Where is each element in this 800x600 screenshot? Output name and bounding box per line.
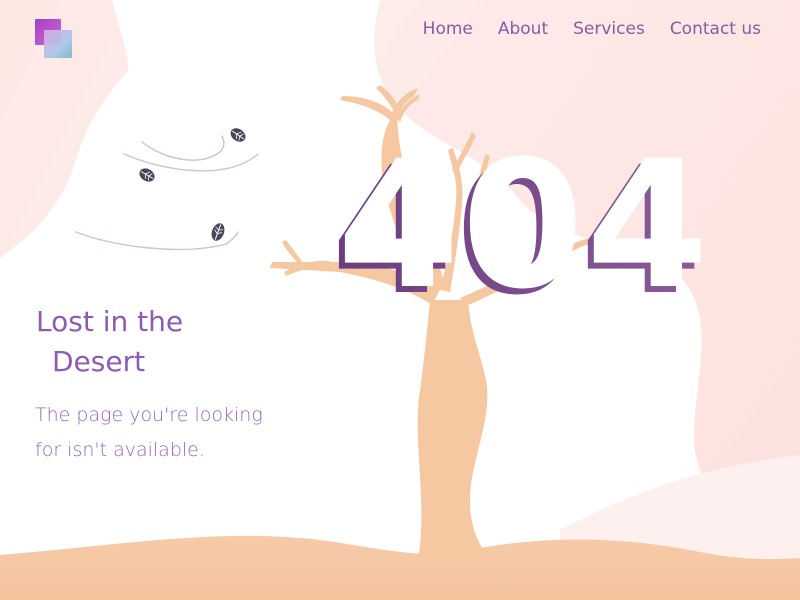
error-code: 404	[331, 129, 705, 334]
page-subtitle: The page you're looking for isn't availa…	[35, 404, 263, 461]
nav-item-services[interactable]: Services	[573, 17, 645, 41]
logo-squares-icon[interactable]	[35, 19, 73, 59]
error-page: Home About Services Contact us 404 404 L…	[0, 0, 800, 600]
title-line-1: Lost in the	[36, 305, 184, 338]
page-title: Lost in the Desert	[36, 302, 256, 382]
wind-lines-icon	[75, 135, 259, 251]
nav-item-contact-us[interactable]: Contact us	[670, 17, 761, 41]
leaf-icon	[211, 223, 225, 241]
leaf-icon	[230, 128, 246, 142]
title-line-2: Desert	[52, 345, 146, 378]
logo-square-front	[44, 30, 72, 58]
nav-item-about[interactable]: About	[498, 17, 548, 41]
leaf-icon	[139, 168, 155, 182]
nav-item-home[interactable]: Home	[423, 17, 473, 41]
main-nav: Home About Services Contact us	[423, 17, 761, 41]
